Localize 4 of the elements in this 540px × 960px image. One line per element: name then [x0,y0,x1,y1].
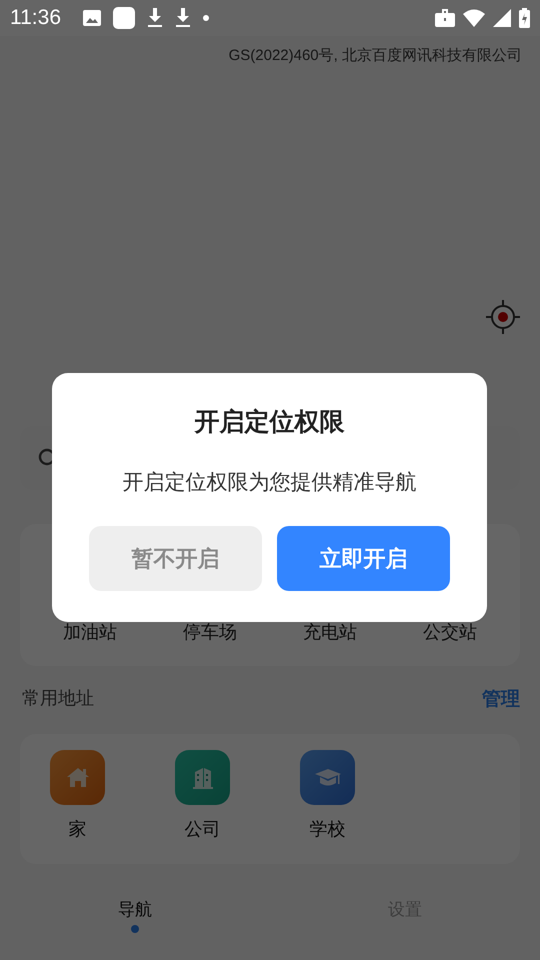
section-title: 常用地址 [22,687,94,711]
dialog-message: 开启定位权限为您提供精准导航 [122,469,416,496]
clock-time: 11:36 [10,6,61,30]
map-copyright: GS(2022)460号, 北京百度网讯科技有限公司 [228,46,522,65]
